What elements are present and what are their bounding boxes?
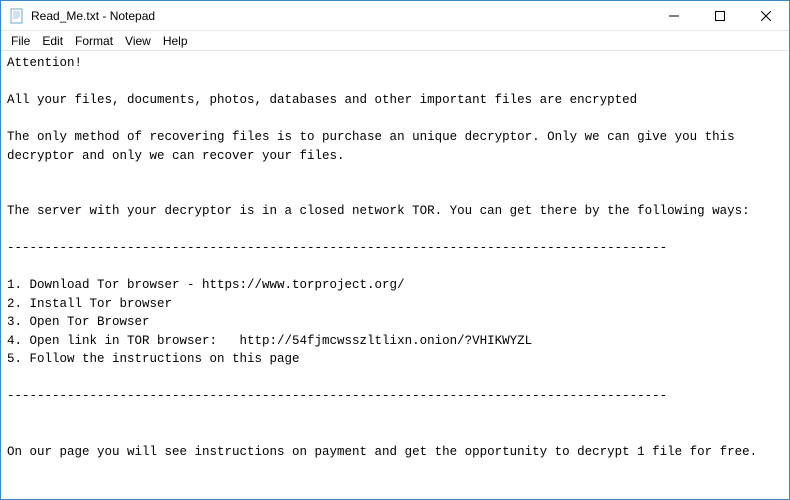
close-button[interactable]	[743, 1, 789, 30]
window-title: Read_Me.txt - Notepad	[31, 9, 651, 23]
text-area[interactable]: Attention! All your files, documents, ph…	[1, 51, 789, 499]
menu-help[interactable]: Help	[157, 33, 194, 49]
menu-file[interactable]: File	[5, 33, 36, 49]
titlebar[interactable]: Read_Me.txt - Notepad	[1, 1, 789, 31]
menu-edit[interactable]: Edit	[36, 33, 69, 49]
menu-format[interactable]: Format	[69, 33, 119, 49]
minimize-button[interactable]	[651, 1, 697, 30]
notepad-window: Read_Me.txt - Notepad File Edit Format V…	[0, 0, 790, 500]
menubar: File Edit Format View Help	[1, 31, 789, 51]
notepad-icon	[9, 8, 25, 24]
maximize-button[interactable]	[697, 1, 743, 30]
menu-view[interactable]: View	[119, 33, 157, 49]
window-controls	[651, 1, 789, 30]
